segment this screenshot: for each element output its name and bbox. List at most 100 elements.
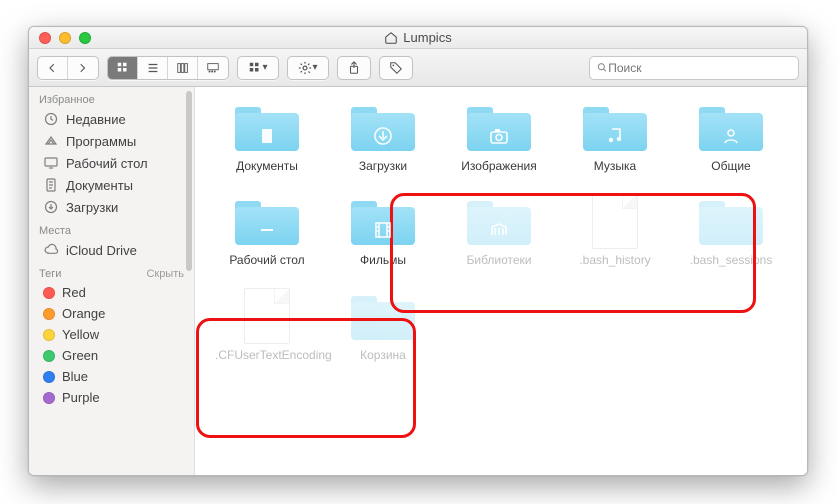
sidebar-tag[interactable]: Red: [29, 282, 194, 303]
chevron-down-icon: ▾: [312, 62, 317, 73]
window-title: Lumpics: [29, 30, 807, 45]
sidebar-item-label: Red: [62, 285, 86, 300]
window-controls: [39, 32, 91, 44]
file-icon: [244, 288, 290, 344]
view-icons-button[interactable]: [108, 57, 138, 79]
folder-icon: [467, 103, 531, 151]
item-label: Рабочий стол: [229, 253, 304, 267]
toolbar: ▾ ▾: [29, 49, 807, 87]
tag-dot-icon: [43, 308, 55, 320]
search-field[interactable]: [589, 56, 799, 80]
item-label: Музыка: [594, 159, 636, 173]
sidebar-item-label: Blue: [62, 369, 88, 384]
sidebar-item-label: Недавние: [66, 112, 126, 127]
view-columns-button[interactable]: [168, 57, 198, 79]
sidebar-tag[interactable]: Green: [29, 345, 194, 366]
folder-item[interactable]: Рабочий стол: [213, 193, 321, 267]
folder-item[interactable]: Корзина: [329, 288, 437, 362]
arrange-segment[interactable]: ▾: [237, 56, 279, 80]
sidebar-item[interactable]: iCloud Drive: [29, 239, 194, 261]
action-segment[interactable]: ▾: [287, 56, 329, 80]
favorites-section-label: Избранное: [29, 87, 194, 108]
grid-icon: [116, 61, 130, 75]
person-icon: [720, 125, 742, 147]
tag-icon: [389, 61, 403, 75]
sidebar-item-label: Документы: [66, 178, 133, 193]
item-label: Фильмы: [360, 253, 406, 267]
locations-section-label: Места: [29, 218, 194, 239]
gear-icon: [298, 61, 312, 75]
sidebar-scrollbar[interactable]: [186, 89, 192, 473]
titlebar: Lumpics: [29, 27, 807, 49]
docs-icon: [43, 177, 59, 193]
share-button[interactable]: [337, 56, 371, 80]
item-label: Библиотеки: [466, 253, 531, 267]
hide-tags-button[interactable]: Скрыть: [146, 268, 184, 280]
back-icon: [47, 62, 59, 74]
folder-icon: [583, 103, 647, 151]
sidebar-item[interactable]: Программы: [29, 130, 194, 152]
item-label: Документы: [236, 159, 298, 173]
view-gallery-button[interactable]: [198, 57, 228, 79]
download-icon: [372, 125, 394, 147]
zoom-window-button[interactable]: [79, 32, 91, 44]
folder-item[interactable]: Библиотеки: [445, 193, 553, 267]
folder-icon: [351, 103, 415, 151]
tag-dot-icon: [43, 350, 55, 362]
folder-item[interactable]: Общие: [677, 99, 785, 173]
folder-item[interactable]: Изображения: [445, 99, 553, 173]
finder-window: Lumpics ▾ ▾ Избранное НедавниеПрогра: [28, 26, 808, 476]
sidebar-tag[interactable]: Orange: [29, 303, 194, 324]
back-button[interactable]: [38, 57, 68, 79]
close-window-button[interactable]: [39, 32, 51, 44]
doc-icon: [256, 125, 278, 147]
forward-button[interactable]: [68, 57, 98, 79]
sidebar-item[interactable]: Загрузки: [29, 196, 194, 218]
sidebar-item-label: Рабочий стол: [66, 156, 148, 171]
recent-icon: [43, 111, 59, 127]
home-icon: [384, 31, 398, 45]
item-label: Корзина: [360, 348, 406, 362]
file-icon: [592, 193, 638, 249]
tag-dot-icon: [43, 287, 55, 299]
file-grid: Документы Загрузки Изображения Музыка Общие Р…: [195, 87, 807, 475]
sidebar-item-label: Yellow: [62, 327, 99, 342]
film-icon: [372, 219, 394, 241]
minimize-window-button[interactable]: [59, 32, 71, 44]
gallery-icon: [206, 61, 220, 75]
search-input[interactable]: [608, 61, 792, 75]
folder-icon: [699, 197, 763, 245]
downloads-icon: [43, 199, 59, 215]
tag-button[interactable]: [379, 56, 413, 80]
sidebar-item[interactable]: Недавние: [29, 108, 194, 130]
search-icon: [596, 61, 608, 74]
desktop-icon: [43, 155, 59, 171]
folder-icon: [699, 103, 763, 151]
item-label: Общие: [711, 159, 750, 173]
view-mode-segment: [107, 56, 229, 80]
folder-item[interactable]: .bash_sessions: [677, 193, 785, 267]
folder-icon: [351, 292, 415, 340]
view-list-button[interactable]: [138, 57, 168, 79]
sidebar: Избранное Недавние Программы Рабочий стол Д…: [29, 87, 195, 475]
minus-icon: [256, 219, 278, 241]
grid-small-icon: [248, 61, 262, 75]
sidebar-item-label: Green: [62, 348, 98, 363]
sidebar-item-label: Программы: [66, 134, 136, 149]
folder-item[interactable]: Музыка: [561, 99, 669, 173]
sidebar-tag[interactable]: Purple: [29, 387, 194, 408]
columns-icon: [176, 61, 190, 75]
tags-section-label: Теги Скрыть: [29, 261, 194, 282]
music-icon: [604, 125, 626, 147]
folder-item[interactable]: Фильмы: [329, 193, 437, 267]
sidebar-tag[interactable]: Blue: [29, 366, 194, 387]
file-item[interactable]: .bash_history: [561, 193, 669, 267]
sidebar-tag[interactable]: Yellow: [29, 324, 194, 345]
folder-item[interactable]: Документы: [213, 99, 321, 173]
sidebar-item[interactable]: Рабочий стол: [29, 152, 194, 174]
item-label: Загрузки: [359, 159, 407, 173]
list-icon: [146, 61, 160, 75]
file-item[interactable]: .CFUserTextEncoding: [213, 288, 321, 362]
folder-item[interactable]: Загрузки: [329, 99, 437, 173]
sidebar-item[interactable]: Документы: [29, 174, 194, 196]
